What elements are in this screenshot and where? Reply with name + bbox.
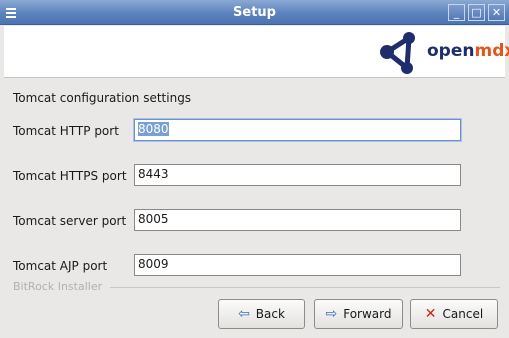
http-port-label: Tomcat HTTP port [13,124,119,138]
arrow-right-icon: ⇨ [325,306,338,322]
https-port-value: 8443 [138,167,169,181]
maximize-button[interactable]: □ [468,4,485,21]
https-port-label: Tomcat HTTPS port [13,169,127,183]
ajp-port-label: Tomcat AJP port [13,259,108,273]
close-button[interactable]: ✕ [488,4,505,21]
server-port-input[interactable]: 8005 [134,209,461,231]
cancel-x-icon: ✕ [424,306,437,322]
forward-button-label: Forward [343,307,392,321]
http-port-input[interactable]: 8080 [134,119,461,141]
cancel-button[interactable]: ✕ Cancel [410,299,498,329]
window-titlebar: Setup _ □ ✕ [0,0,509,25]
section-title: Tomcat configuration settings [13,91,192,105]
arrow-left-icon: ⇦ [238,306,250,322]
http-port-value: 8080 [138,122,169,136]
ajp-port-value: 8009 [138,257,169,271]
back-button-label: Back [255,307,285,321]
https-port-input[interactable]: 8443 [134,164,461,186]
cancel-button-label: Cancel [442,307,484,321]
window-title: Setup [233,5,276,20]
back-button[interactable]: ⇦ Back [218,299,305,329]
installer-brand: BitRock Installer [13,280,103,293]
divider [110,287,500,288]
minimize-button[interactable]: _ [448,4,465,21]
installer-header: openmdx [4,26,509,78]
openmdx-logo: openmdx [371,29,509,77]
network-nodes-icon [380,32,415,74]
ajp-port-input[interactable]: 8009 [134,254,461,276]
server-port-label: Tomcat server port [13,214,127,228]
server-port-value: 8005 [138,212,169,226]
logo-wordmark: openmdx [427,41,509,61]
forward-button[interactable]: ⇨ Forward [314,299,403,329]
